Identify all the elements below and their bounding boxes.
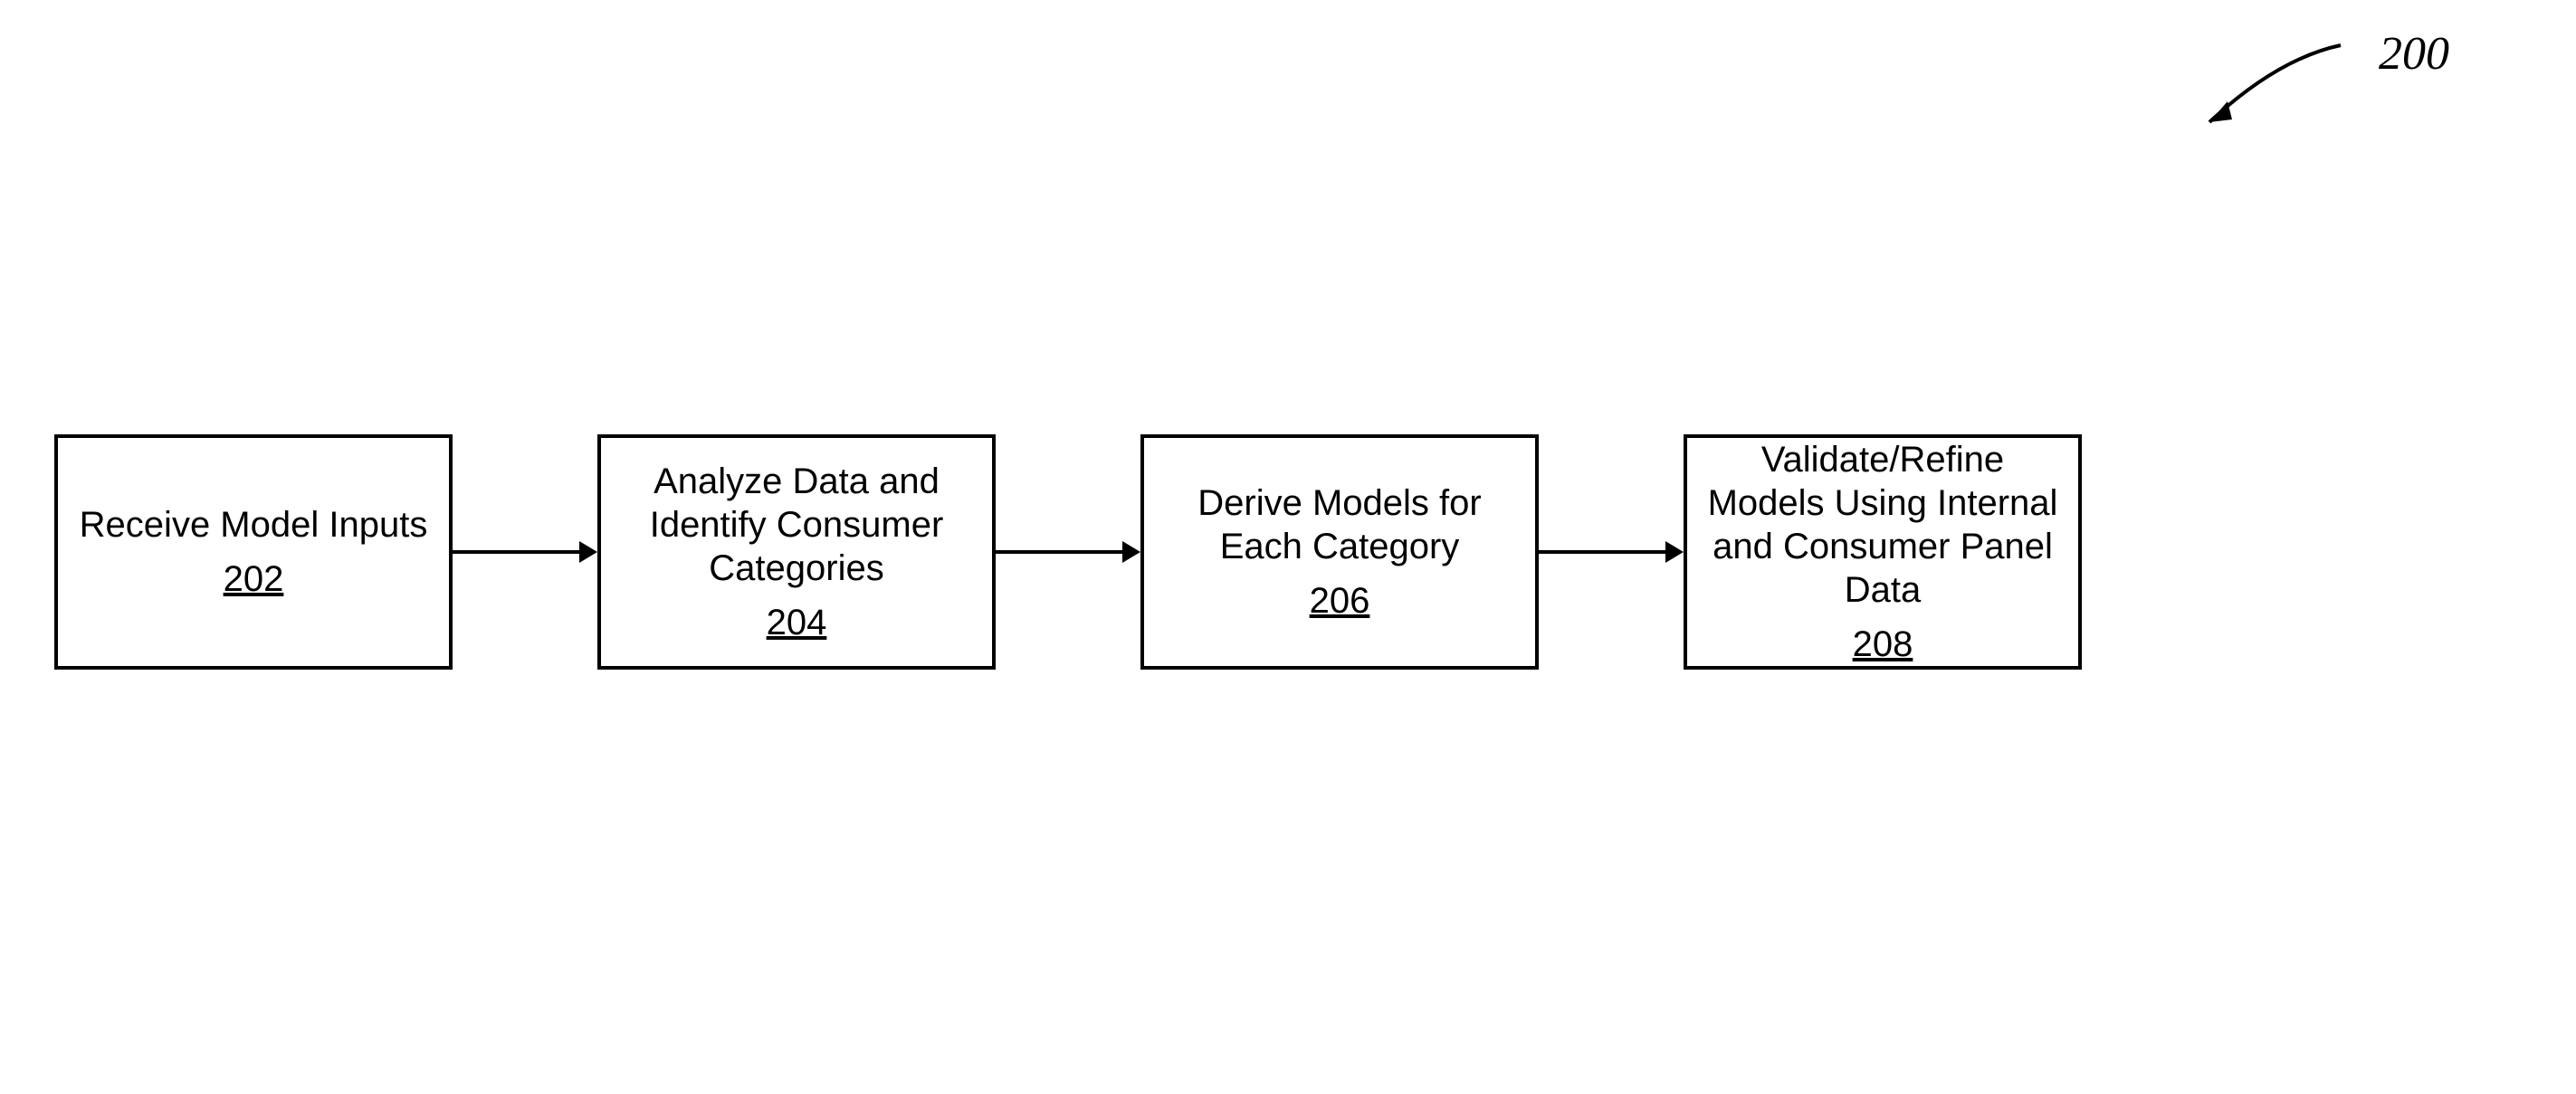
step-label: Validate/Refine Models Using Internal an… xyxy=(1705,438,2060,612)
figure-number-label: 200 xyxy=(2379,27,2449,81)
step-label: Analyze Data and Identify Consumer Categ… xyxy=(619,460,974,590)
step-label: Derive Models for Each Category xyxy=(1162,481,1517,568)
arrow-icon xyxy=(996,534,1140,570)
figure-pointer-arrow-icon xyxy=(2187,36,2350,145)
step-number: 204 xyxy=(767,601,827,644)
arrow-icon xyxy=(1539,534,1684,570)
step-box-4: Validate/Refine Models Using Internal an… xyxy=(1684,434,2082,670)
flowchart: Receive Model Inputs 202 Analyze Data an… xyxy=(54,434,2082,670)
step-box-3: Derive Models for Each Category 206 xyxy=(1140,434,1539,670)
step-box-1: Receive Model Inputs 202 xyxy=(54,434,453,670)
step-number: 202 xyxy=(224,557,284,601)
arrow-icon xyxy=(453,534,597,570)
step-box-2: Analyze Data and Identify Consumer Categ… xyxy=(597,434,996,670)
step-number: 206 xyxy=(1310,579,1370,623)
step-label: Receive Model Inputs xyxy=(80,503,428,547)
step-number: 208 xyxy=(1853,623,1913,666)
